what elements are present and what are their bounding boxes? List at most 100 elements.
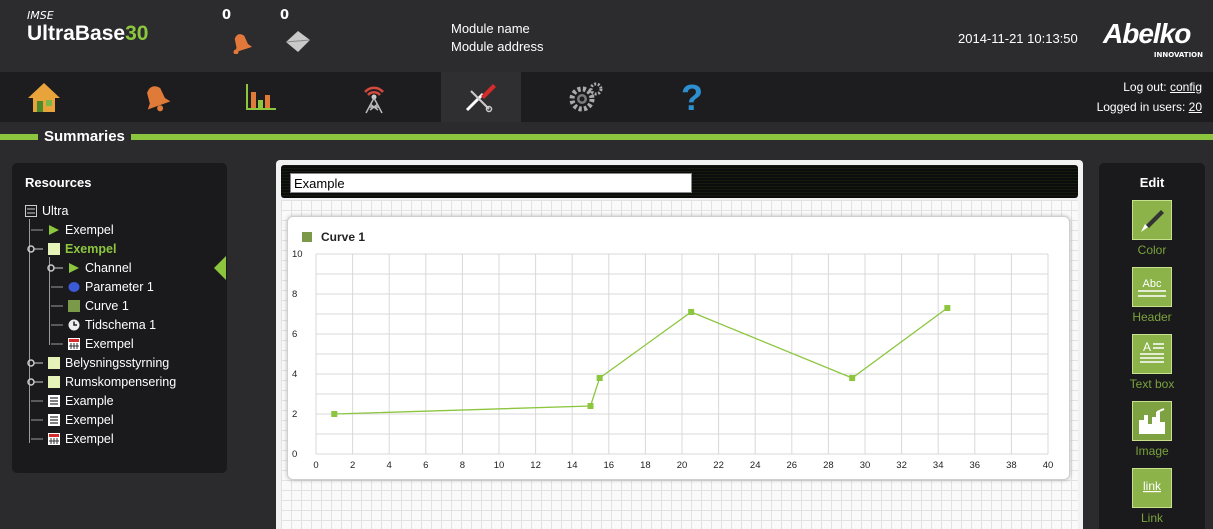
nav-charts[interactable] [221, 72, 301, 122]
tree-item[interactable]: Belysningsstyrning [27, 353, 169, 372]
data-point [331, 411, 338, 417]
tree-item[interactable]: Rumskompensering [27, 372, 176, 391]
data-point [596, 375, 603, 381]
tree-label: Tidschema 1 [85, 317, 157, 332]
tool-color[interactable]: Color [1132, 200, 1172, 257]
tree-branch-icon [51, 305, 63, 306]
tool-header-label: Header [1132, 310, 1172, 324]
logged-users-label: Logged in users: [1096, 100, 1189, 114]
summary-title-input[interactable] [290, 173, 692, 193]
tool-image-box [1132, 401, 1172, 441]
tree-item[interactable]: Exempel [31, 220, 114, 239]
tree-label: Exempel [65, 431, 114, 446]
tree-item[interactable]: Exempel [31, 410, 114, 429]
nav-communication[interactable] [334, 72, 414, 122]
x-tick-label: 24 [750, 460, 761, 471]
tree-label: Exempel [65, 222, 114, 237]
data-point [849, 375, 856, 381]
expand-node-icon [47, 263, 63, 272]
folder-square-icon [48, 242, 60, 255]
brand-number: 30 [125, 22, 149, 45]
tree-item[interactable]: Curve 1 [51, 296, 129, 315]
x-tick-label: 0 [313, 460, 318, 471]
x-tick-label: 2 [350, 460, 355, 471]
brush-icon [1141, 210, 1164, 232]
nav-tools[interactable] [441, 72, 521, 122]
x-tick-label: 8 [460, 460, 465, 471]
tool-image-label: Image [1135, 444, 1169, 458]
home-icon [28, 83, 60, 112]
tree-branch-icon [51, 324, 63, 325]
tool-link[interactable]: link Link [1132, 468, 1172, 525]
tree-item[interactable]: Tidschema 1 [51, 315, 156, 334]
section-lead [16, 134, 38, 140]
datetime: 2014-11-21 10:13:50 [958, 31, 1078, 46]
image-icon [1139, 408, 1165, 434]
nav-help[interactable]: ? [652, 72, 732, 122]
logout-link[interactable]: config [1170, 80, 1202, 94]
play-icon [69, 262, 79, 273]
tree-branch-icon [31, 229, 43, 230]
y-tick-label: 0 [292, 449, 297, 460]
logged-users-line: Logged in users: 20 [1097, 97, 1202, 117]
play-icon [49, 224, 59, 235]
logo-name: Abelko [1103, 18, 1191, 49]
tree-label: Channel [85, 260, 132, 275]
curve-chart[interactable]: 0 2 4 6 8 10 12 14 16 18 20 22 24 26 28 30 32 34 36 38 40 0 2 4… [287, 216, 1070, 480]
nav-home[interactable] [4, 72, 84, 122]
tree-label: Exempel [65, 412, 114, 427]
tree-label: Ultra [42, 203, 69, 218]
section-title: Summaries [38, 128, 131, 145]
tool-link-box: link [1132, 468, 1172, 508]
tool-textbox-label: Text box [1129, 377, 1175, 391]
folder-square-icon [48, 356, 60, 369]
tree-label: Belysningsstyrning [65, 355, 170, 370]
tree-item[interactable]: Parameter 1 [51, 277, 154, 296]
chart-icon [246, 84, 276, 110]
tree-item[interactable]: Example [31, 391, 114, 410]
tree-item[interactable]: Ultra [25, 201, 68, 220]
x-tick-label: 20 [677, 460, 688, 471]
resources-panel: Resources Ultra Exempel Exempel Channel … [12, 163, 227, 473]
section-divider [0, 134, 1213, 140]
tool-image[interactable]: Image [1132, 401, 1172, 458]
x-tick-label: 18 [640, 460, 651, 471]
tree-item[interactable]: Channel [47, 258, 132, 277]
svg-text:A: A [1143, 340, 1151, 354]
tree-label: Parameter 1 [85, 279, 154, 294]
logged-users-link[interactable]: 20 [1189, 100, 1202, 114]
expand-node-icon [27, 244, 43, 253]
envelope-icon [285, 31, 311, 52]
tree-branch-icon [31, 419, 43, 420]
edit-title: Edit [1139, 175, 1165, 190]
x-tick-label: 4 [387, 460, 392, 471]
abc-header-icon: Abc [1138, 278, 1166, 297]
tool-link-label: Link [1140, 511, 1163, 525]
x-tick-label: 32 [896, 460, 907, 471]
summary-header-bar [281, 165, 1078, 198]
module-name: Module name [451, 21, 530, 36]
collapse-panel-arrow[interactable] [214, 256, 226, 280]
abc-icon-text: Abc [1143, 278, 1162, 290]
tree-item[interactable]: Exempel [31, 429, 114, 448]
tool-textbox[interactable]: A Text box [1130, 334, 1174, 391]
message-indicator[interactable]: 0 [278, 8, 318, 68]
gears-icon [569, 82, 603, 112]
clock-icon [68, 319, 80, 330]
x-tick-label: 14 [567, 460, 578, 471]
tree-item[interactable]: Exempel [51, 334, 134, 353]
brand-title: UltraBase30 [27, 22, 148, 46]
x-tick-label: 34 [933, 460, 944, 471]
tool-header[interactable]: Abc Header [1132, 267, 1172, 324]
module-address: Module address [451, 39, 544, 54]
list-page-icon [48, 413, 60, 426]
data-point [944, 305, 951, 311]
y-tick-label: 2 [292, 409, 297, 420]
bell-icon [147, 86, 171, 112]
nav-settings[interactable] [545, 72, 625, 122]
tree-item-selected[interactable]: Exempel [27, 239, 116, 258]
x-tick-label: 12 [530, 460, 541, 471]
collapse-box-icon [25, 204, 37, 217]
alarm-indicator[interactable]: 0 [220, 8, 260, 68]
nav-alarms[interactable] [116, 72, 196, 122]
